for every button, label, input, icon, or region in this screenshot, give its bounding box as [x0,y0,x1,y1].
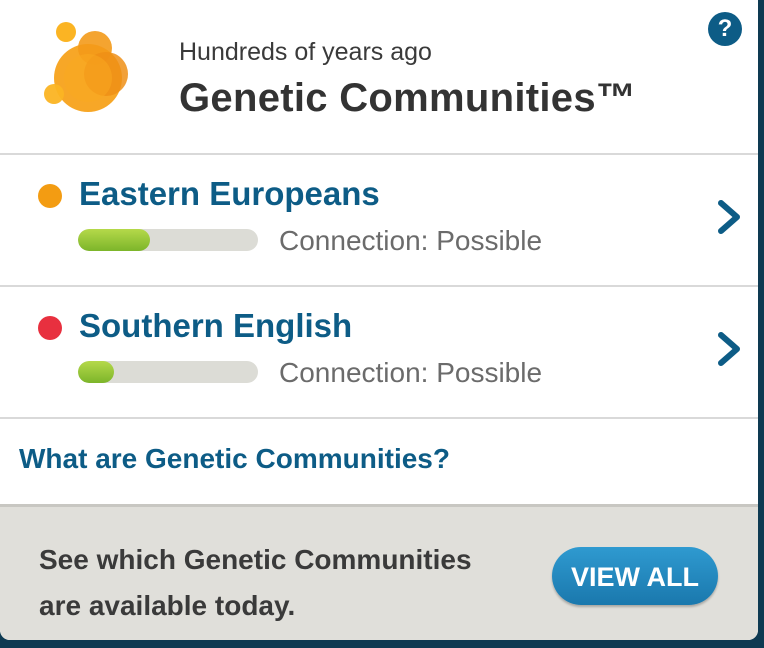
header-subtitle: Hundreds of years ago [179,38,432,66]
community-name[interactable]: Southern English [79,307,352,345]
what-are-genetic-communities-link[interactable]: What are Genetic Communities? [19,443,450,475]
footer-message: See which Genetic Communities are availa… [39,544,472,621]
connection-progress-fill [78,361,114,383]
connection-status: Connection: Possible [279,225,543,256]
community-row-eastern-europeans[interactable]: Eastern Europeans Connection: Possible [0,155,758,287]
genetic-communities-card: Hundreds of years ago Genetic Communitie… [0,0,758,640]
connection-progress-bar [78,229,258,251]
community-row-southern-english[interactable]: Southern English Connection: Possible [0,287,758,419]
community-name[interactable]: Eastern Europeans [79,175,380,213]
community-color-dot [38,184,62,208]
card-header: Hundreds of years ago Genetic Communitie… [0,0,758,155]
chevron-right-icon[interactable] [715,329,743,369]
connection-progress-bar [78,361,258,383]
connection-progress-fill [78,229,150,251]
footer-panel: See which Genetic Communities are availa… [0,504,758,640]
genetic-communities-bubbles-icon [44,22,128,112]
page-title: Genetic Communities™ [179,76,637,120]
chevron-right-icon[interactable] [715,197,743,237]
question-circle-icon[interactable]: ? [708,12,742,46]
community-color-dot [38,316,62,340]
connection-status: Connection: Possible [279,357,543,388]
view-all-button[interactable]: VIEW ALL [552,547,718,605]
